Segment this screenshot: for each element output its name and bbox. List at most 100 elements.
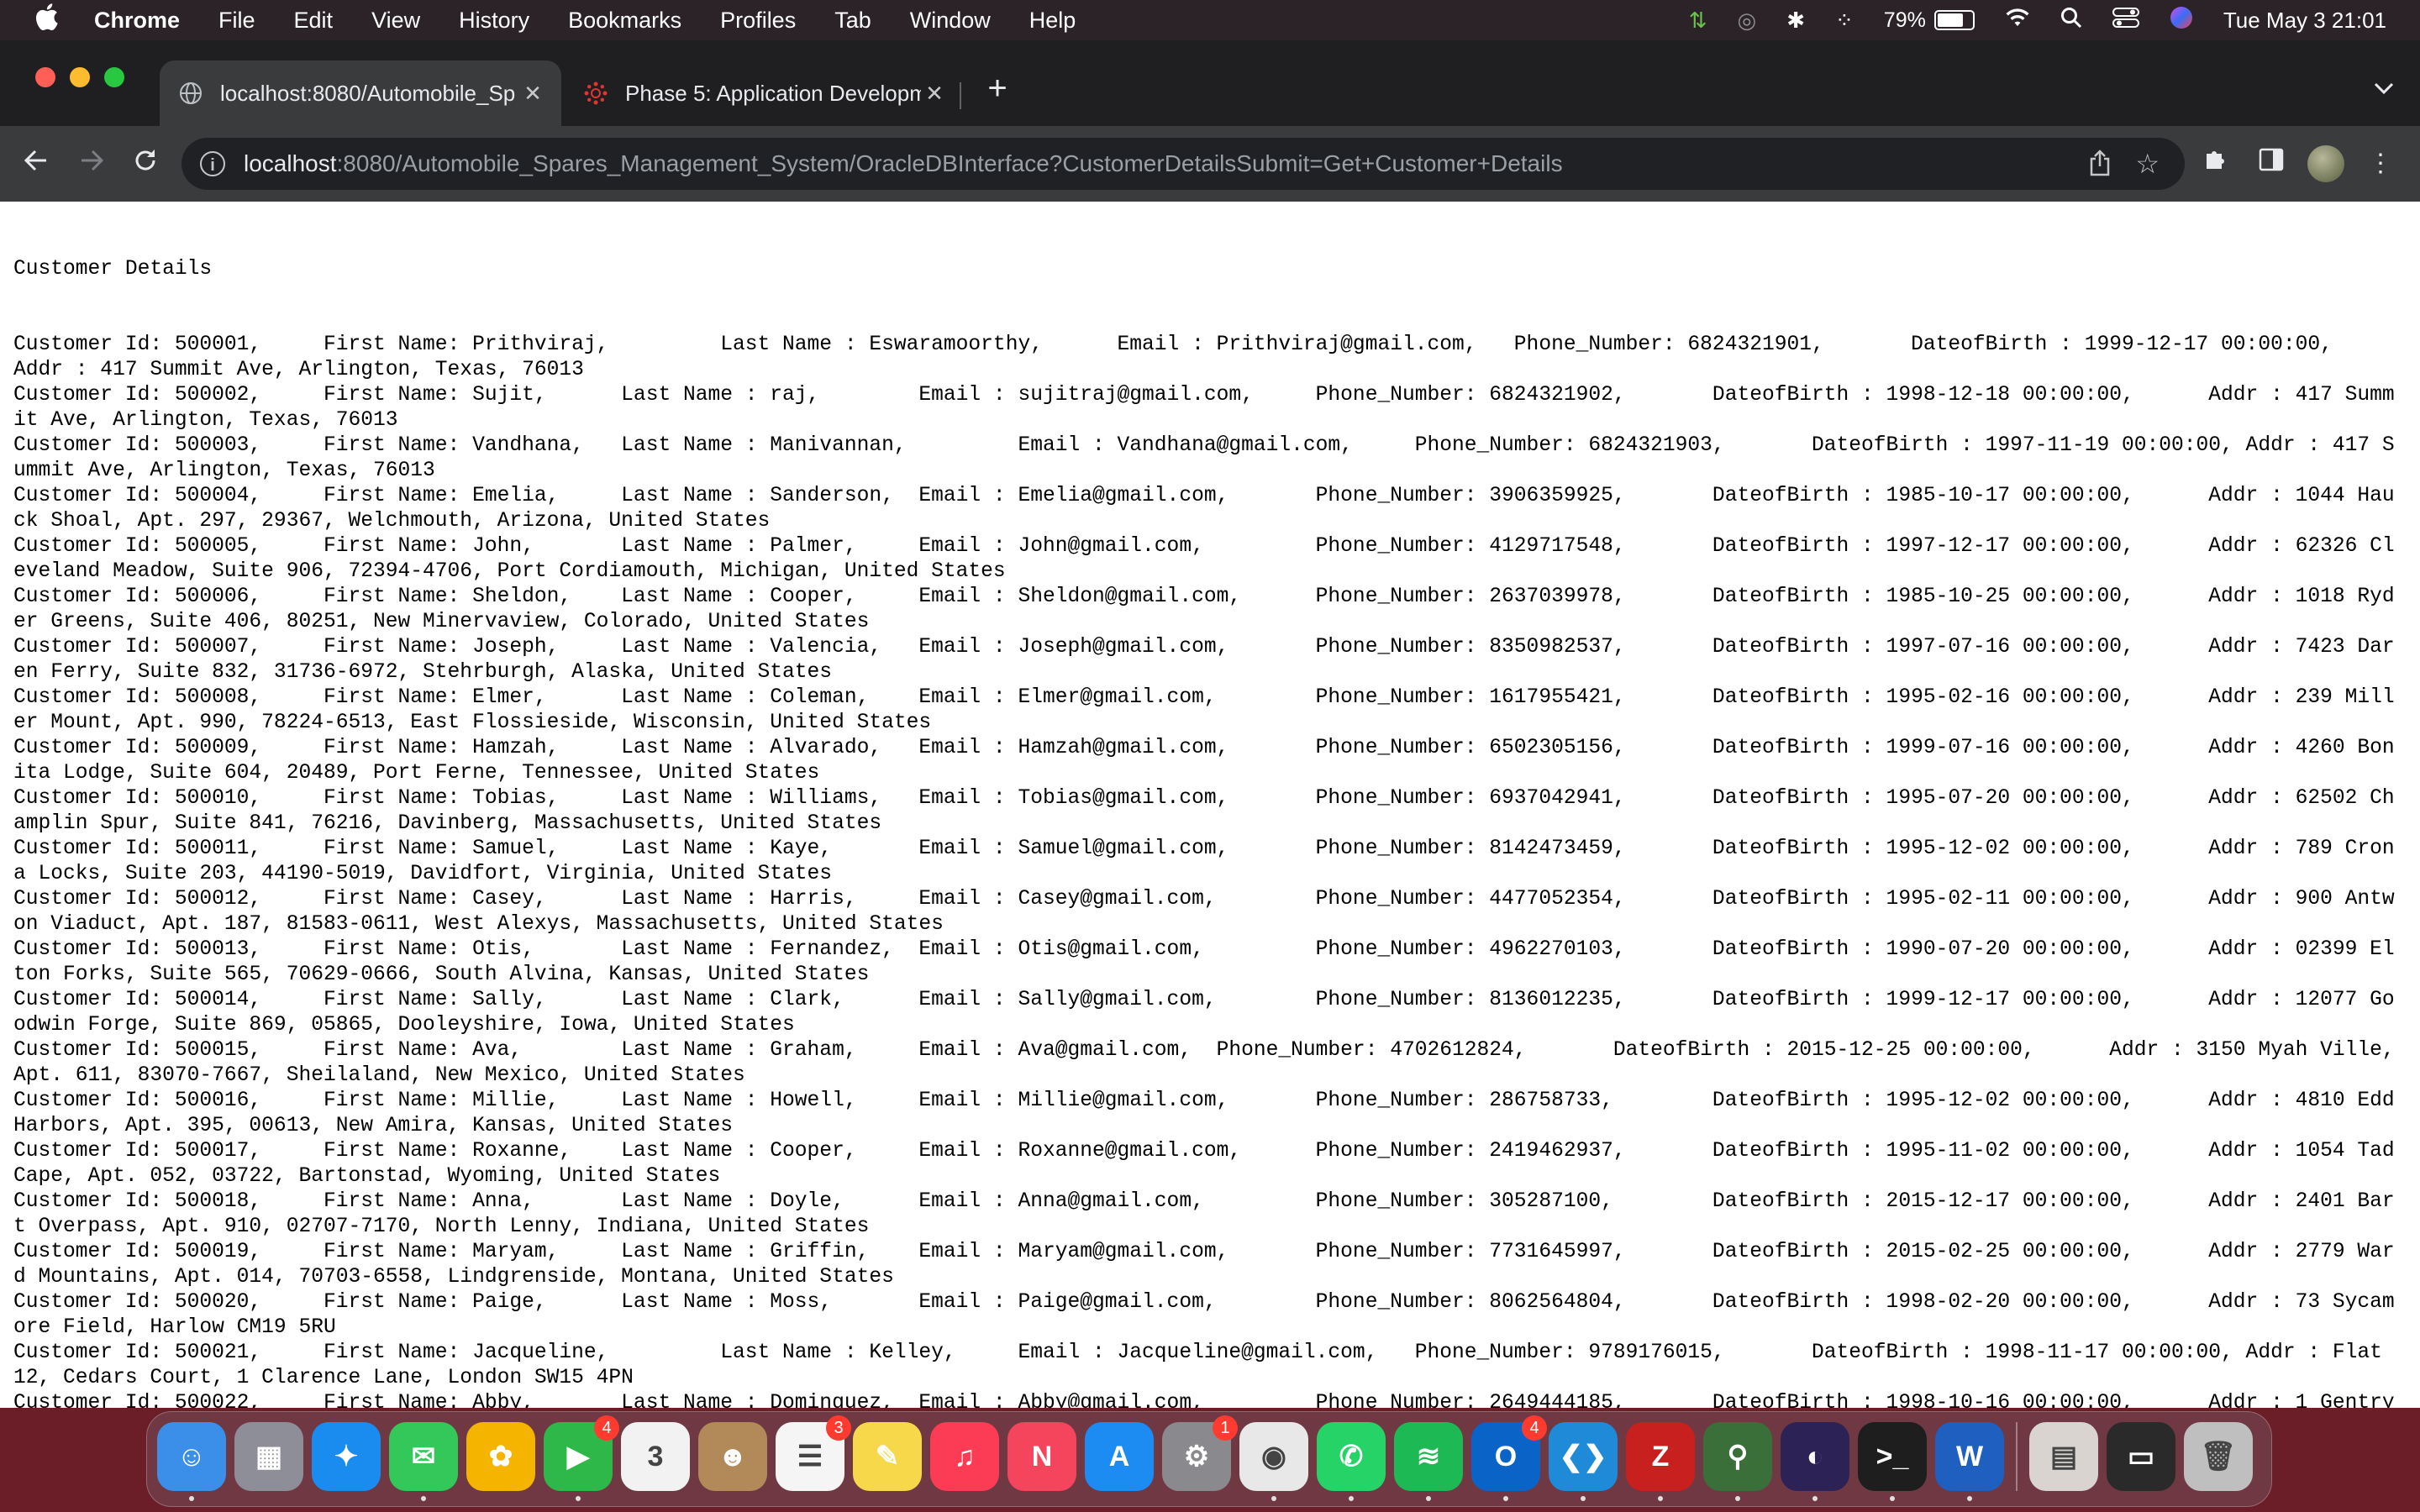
customer-record: Customer Id: 500003, First Name: Vandhan…	[13, 434, 2395, 482]
customer-record: Customer Id: 500009, First Name: Hamzah,…	[13, 737, 2395, 785]
news-icon[interactable]: N	[1007, 1422, 1076, 1491]
site-info-icon[interactable]: i	[200, 151, 225, 176]
launchpad-icon[interactable]: ▦	[234, 1422, 303, 1491]
notification-badge: 3	[826, 1415, 851, 1441]
customer-records-list: Customer Id: 500001, First Name: Prithvi…	[13, 333, 2400, 1408]
trash-icon[interactable]: 🗑	[2184, 1422, 2253, 1491]
contacts-icon[interactable]: ☻	[698, 1422, 767, 1491]
share-icon[interactable]	[2089, 150, 2111, 183]
safari-icon[interactable]: ✦	[312, 1422, 381, 1491]
activity-icon[interactable]: ⁘	[1835, 8, 1854, 34]
tab-localhost[interactable]: localhost:8080/Automobile_Sp ✕	[160, 60, 561, 126]
wifi-icon[interactable]	[2005, 8, 2030, 34]
calendar-icon[interactable]: 3	[621, 1422, 690, 1491]
menu-view[interactable]: View	[371, 8, 420, 34]
system-preferences-icon[interactable]: ⚙ 1	[1162, 1415, 1238, 1491]
running-indicator	[1967, 1496, 1972, 1501]
close-tab-icon[interactable]: ✕	[921, 81, 948, 107]
back-button[interactable]	[17, 144, 55, 183]
tab-search-chevron-icon[interactable]	[2373, 77, 2395, 101]
running-indicator	[189, 1496, 194, 1501]
dock-glyph: ✆	[1339, 1441, 1364, 1473]
menu-tab[interactable]: Tab	[834, 8, 871, 34]
vpn-status-icon[interactable]: ⇅	[1689, 8, 1707, 34]
outlook-icon[interactable]: O4	[1471, 1415, 1547, 1501]
airdrop-icon[interactable]: ◎	[1738, 8, 1757, 34]
menu-profiles[interactable]: Profiles	[720, 8, 796, 34]
customer-record: Customer Id: 500019, First Name: Maryam,…	[13, 1241, 2395, 1289]
notes-icon[interactable]: ✎	[853, 1422, 922, 1491]
downloads-stack-icon[interactable]: ▤	[2029, 1422, 2098, 1491]
dock-glyph: ♫	[954, 1440, 976, 1473]
customer-record: Customer Id: 500005, First Name: John, L…	[13, 535, 2395, 583]
terminal-icon[interactable]: >_	[1858, 1422, 1927, 1501]
eclipse-icon[interactable]: ◐	[1781, 1422, 1849, 1501]
dock-glyph: >_	[1876, 1440, 1909, 1473]
menu-help[interactable]: Help	[1029, 8, 1076, 34]
menu-edit[interactable]: Edit	[294, 8, 334, 34]
dock-glyph: O	[1494, 1440, 1518, 1473]
dock-glyph: ▦	[255, 1441, 283, 1473]
more-menu-icon[interactable]: ⋮	[2361, 144, 2400, 183]
spotify-icon[interactable]: ≋	[1394, 1422, 1463, 1501]
dock-glyph: ✦	[334, 1441, 359, 1473]
customer-record: Customer Id: 500011, First Name: Samuel,…	[13, 837, 2395, 885]
app-store-icon[interactable]: A	[1085, 1422, 1154, 1491]
menu-history[interactable]: History	[459, 8, 529, 34]
facetime-icon[interactable]: ▶ 4	[544, 1415, 619, 1501]
menu-clock[interactable]: Tue May 3 21:01	[2223, 8, 2386, 34]
photos-icon[interactable]: ✿	[466, 1422, 535, 1491]
address-bar[interactable]: i localhost:8080/Automobile_Spares_Manag…	[182, 138, 2185, 190]
menu-file[interactable]: File	[218, 8, 255, 34]
messages-icon[interactable]: ✉	[389, 1422, 458, 1501]
customer-record: Customer Id: 500013, First Name: Otis, L…	[13, 938, 2395, 986]
siri-icon[interactable]	[2170, 6, 2193, 35]
canvas-favicon-icon	[583, 81, 608, 106]
vscode-icon[interactable]: ❮❯	[1549, 1422, 1618, 1501]
close-tab-icon[interactable]: ✕	[519, 81, 546, 107]
zoom-window-button[interactable]	[104, 67, 124, 87]
minimize-window-button[interactable]	[70, 67, 90, 87]
whatsapp-icon[interactable]: ✆	[1317, 1422, 1386, 1501]
close-window-button[interactable]	[35, 67, 55, 87]
screen-recording-icon[interactable]: ▭	[2107, 1422, 2175, 1491]
notification-badge: 1	[1213, 1415, 1238, 1441]
reminders-icon[interactable]: ☰ 3	[776, 1415, 851, 1491]
customer-record: Customer Id: 500015, First Name: Ava, La…	[13, 1039, 2407, 1087]
menu-bookmarks[interactable]: Bookmarks	[568, 8, 681, 34]
battery-icon[interactable]	[1933, 10, 1975, 30]
dock-glyph: ✎	[875, 1441, 900, 1473]
menu-window[interactable]: Window	[910, 8, 991, 34]
side-panel-icon[interactable]	[2252, 144, 2291, 183]
menu-app-name[interactable]: Chrome	[94, 8, 180, 34]
dock: ☺ ▦ ✦ ✉ ✿ ▶ 4 3 ☻ ☰ 3 ✎ ♫ N A ⚙ 1 ◉ ✆ ≋ O 4 ❮❯ Z ⚲ ◐ >_ W ▤ ▭ 🗑	[146, 1411, 2272, 1507]
control-center-icon[interactable]	[2112, 7, 2139, 34]
spotlight-search-icon[interactable]	[2060, 7, 2082, 34]
filezilla-icon[interactable]: Z	[1626, 1422, 1695, 1501]
tab-title: localhost:8080/Automobile_Sp	[220, 80, 516, 106]
customer-record: Customer Id: 500016, First Name: Millie,…	[13, 1089, 2407, 1137]
dock-glyph: ✉	[411, 1441, 436, 1473]
dock-glyph: ⚲	[1727, 1441, 1749, 1473]
dock-glyph: W	[1955, 1440, 1984, 1473]
forward-button[interactable]	[72, 144, 111, 183]
bookmark-star-icon[interactable]: ☆	[2135, 148, 2160, 180]
reload-button[interactable]	[126, 144, 165, 183]
new-tab-button[interactable]: +	[976, 67, 1018, 109]
url-path: :8080/Automobile_Spares_Management_Syste…	[336, 150, 1563, 176]
tab-divider	[960, 82, 961, 109]
window-controls	[35, 67, 139, 87]
sqldeveloper-icon[interactable]: ⚲	[1703, 1422, 1772, 1501]
bluetooth-icon[interactable]: ✱	[1786, 8, 1805, 34]
music-icon[interactable]: ♫	[930, 1422, 999, 1491]
tab-phase5[interactable]: Phase 5: Application Developm ✕	[565, 60, 963, 126]
customer-record: Customer Id: 500001, First Name: Prithvi…	[13, 333, 2333, 381]
chrome-icon[interactable]: ◉	[1239, 1422, 1308, 1501]
profile-avatar[interactable]	[2307, 145, 2344, 182]
extensions-puzzle-icon[interactable]	[2196, 144, 2235, 183]
word-icon[interactable]: W	[1935, 1422, 2004, 1501]
apple-menu-icon[interactable]	[34, 3, 67, 38]
customer-record: Customer Id: 500012, First Name: Casey, …	[13, 888, 2395, 936]
finder-icon[interactable]: ☺	[157, 1422, 226, 1501]
battery-level	[1937, 13, 1963, 27]
